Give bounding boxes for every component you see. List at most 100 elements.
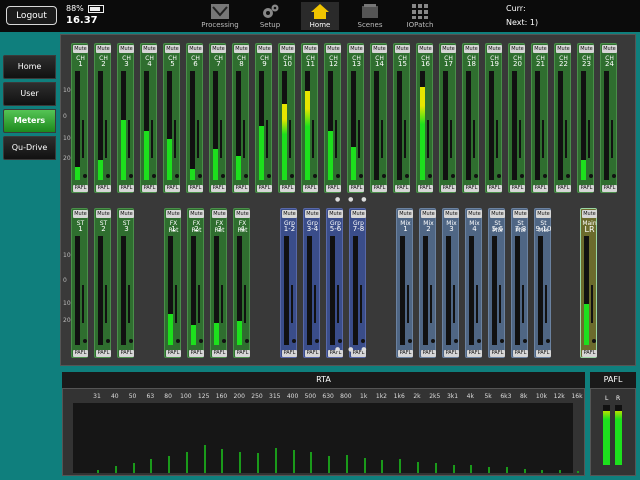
nav-setup[interactable]: Setup (251, 2, 289, 30)
mute-button[interactable]: Mute (556, 45, 571, 53)
pafl-button[interactable]: PAFL (536, 350, 551, 357)
mute-button[interactable]: Mute (602, 45, 617, 53)
pafl-button[interactable]: PAFL (73, 350, 88, 357)
fader-track[interactable] (358, 120, 360, 159)
pafl-button[interactable]: PAFL (467, 350, 482, 357)
fader-track[interactable] (82, 120, 84, 159)
fader-track[interactable] (476, 285, 478, 324)
pafl-button[interactable]: PAFL (165, 185, 180, 192)
pafl-button[interactable]: PAFL (234, 185, 249, 192)
pafl-button[interactable]: PAFL (556, 185, 571, 192)
mute-button[interactable]: Mute (510, 45, 525, 53)
pafl-button[interactable]: PAFL (582, 350, 597, 357)
fader-track[interactable] (381, 120, 383, 159)
mute-button[interactable]: Mute (96, 45, 111, 53)
mute-button[interactable]: Mute (257, 45, 272, 53)
pafl-button[interactable]: PAFL (421, 350, 436, 357)
pafl-button[interactable]: PAFL (257, 185, 272, 192)
mute-button[interactable]: Mute (349, 45, 364, 53)
pafl-button[interactable]: PAFL (441, 185, 456, 192)
pafl-button[interactable]: PAFL (119, 350, 134, 357)
pafl-button[interactable]: PAFL (326, 185, 341, 192)
mute-button[interactable]: Mute (490, 210, 505, 218)
nav-scenes[interactable]: Scenes (351, 2, 389, 30)
fader-track[interactable] (404, 120, 406, 159)
pafl-button[interactable]: PAFL (487, 185, 502, 192)
pafl-button[interactable]: PAFL (73, 185, 88, 192)
pafl-button[interactable]: PAFL (189, 350, 204, 357)
pafl-button[interactable]: PAFL (464, 185, 479, 192)
mute-button[interactable]: Mute (280, 45, 295, 53)
fader-track[interactable] (82, 285, 84, 324)
pafl-button[interactable]: PAFL (490, 350, 505, 357)
fader-track[interactable] (591, 285, 593, 324)
mute-button[interactable]: Mute (582, 210, 597, 218)
fader-track[interactable] (611, 120, 613, 159)
mute-button[interactable]: Mute (533, 45, 548, 53)
mute-button[interactable]: Mute (234, 45, 249, 53)
pafl-button[interactable]: PAFL (303, 185, 318, 192)
fader-track[interactable] (220, 120, 222, 159)
pafl-button[interactable]: PAFL (142, 185, 157, 192)
pafl-button[interactable]: PAFL (398, 350, 413, 357)
pafl-button[interactable]: PAFL (579, 185, 594, 192)
pafl-button[interactable]: PAFL (119, 185, 134, 192)
pafl-button[interactable]: PAFL (280, 185, 295, 192)
sidebar-item-user[interactable]: User (3, 82, 56, 106)
pafl-button[interactable]: PAFL (211, 185, 226, 192)
fader-track[interactable] (430, 285, 432, 324)
mute-button[interactable]: Mute (166, 210, 181, 218)
fader-track[interactable] (244, 285, 246, 324)
pafl-button[interactable]: PAFL (372, 185, 387, 192)
mute-button[interactable]: Mute (282, 210, 297, 218)
sidebar-item-qu-drive[interactable]: Qu-Drive (3, 136, 56, 160)
mute-button[interactable]: Mute (303, 45, 318, 53)
fader-track[interactable] (291, 285, 293, 324)
fader-track[interactable] (221, 285, 223, 324)
mute-button[interactable]: Mute (441, 45, 456, 53)
mute-button[interactable]: Mute (305, 210, 320, 218)
mute-button[interactable]: Mute (395, 45, 410, 53)
fader-track[interactable] (197, 120, 199, 159)
mute-button[interactable]: Mute (119, 45, 134, 53)
fader-track[interactable] (314, 285, 316, 324)
fader-track[interactable] (266, 120, 268, 159)
mute-button[interactable]: Mute (536, 210, 551, 218)
fader-track[interactable] (151, 120, 153, 159)
mute-button[interactable]: Mute (189, 210, 204, 218)
mute-button[interactable]: Mute (119, 210, 134, 218)
fader-track[interactable] (499, 285, 501, 324)
mute-button[interactable]: Mute (165, 45, 180, 53)
fader-track[interactable] (312, 120, 314, 159)
fader-track[interactable] (496, 120, 498, 159)
fader-track[interactable] (519, 120, 521, 159)
fader-track[interactable] (105, 285, 107, 324)
fader-track[interactable] (128, 285, 130, 324)
nav-processing[interactable]: Processing (201, 2, 239, 30)
nav-iopatch[interactable]: IOPatch (401, 2, 439, 30)
pafl-button[interactable]: PAFL (166, 350, 181, 357)
mute-button[interactable]: Mute (96, 210, 111, 218)
mute-button[interactable]: Mute (513, 210, 528, 218)
pafl-button[interactable]: PAFL (188, 185, 203, 192)
fader-track[interactable] (588, 120, 590, 159)
pafl-button[interactable]: PAFL (305, 350, 320, 357)
pafl-button[interactable]: PAFL (444, 350, 459, 357)
mute-button[interactable]: Mute (398, 210, 413, 218)
mute-button[interactable]: Mute (579, 45, 594, 53)
sidebar-item-home[interactable]: Home (3, 55, 56, 79)
mute-button[interactable]: Mute (328, 210, 343, 218)
nav-home[interactable]: Home (301, 2, 339, 30)
mute-button[interactable]: Mute (421, 210, 436, 218)
pafl-button[interactable]: PAFL (96, 185, 111, 192)
pafl-button[interactable]: PAFL (235, 350, 250, 357)
pafl-button[interactable]: PAFL (510, 185, 525, 192)
fader-track[interactable] (335, 120, 337, 159)
mute-button[interactable]: Mute (326, 45, 341, 53)
fader-track[interactable] (545, 285, 547, 324)
pafl-button[interactable]: PAFL (513, 350, 528, 357)
pafl-button[interactable]: PAFL (349, 185, 364, 192)
fader-track[interactable] (174, 120, 176, 159)
fader-track[interactable] (473, 120, 475, 159)
pafl-button[interactable]: PAFL (395, 185, 410, 192)
